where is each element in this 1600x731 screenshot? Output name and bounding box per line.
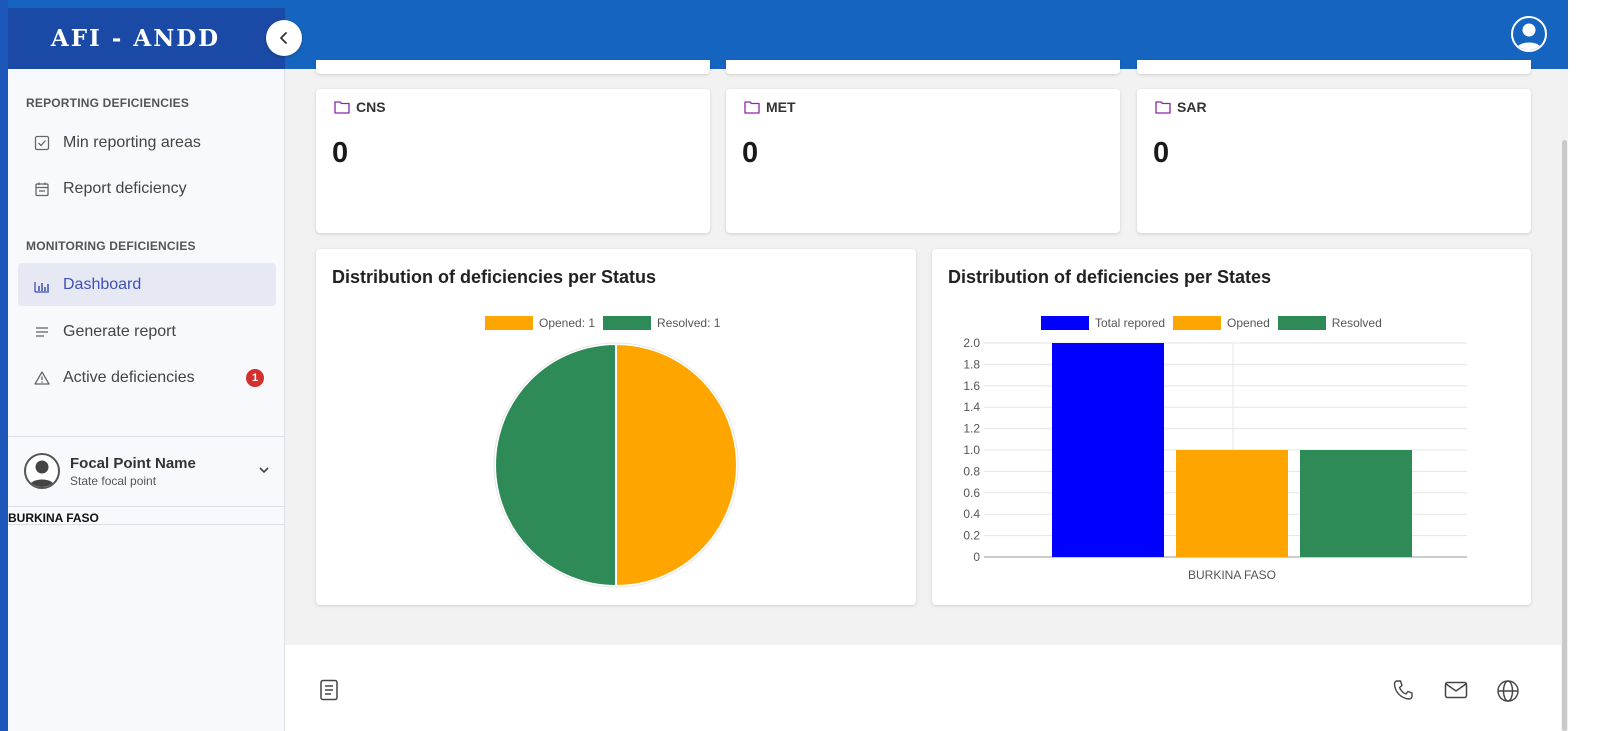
- states-chart-card: Distribution of deficiencies per States …: [932, 249, 1531, 605]
- legend-label: Total repored: [1095, 316, 1166, 330]
- avatar: [24, 453, 60, 489]
- legend-item[interactable]: Resolved: [1277, 316, 1382, 330]
- legend-item[interactable]: Opened: 1: [485, 316, 595, 330]
- mail-icon[interactable]: [1444, 681, 1468, 704]
- legend-swatch: [1277, 316, 1326, 330]
- section-title-reporting: REPORTING DEFICIENCIES: [26, 96, 190, 110]
- stat-card-met: MET 0: [726, 89, 1120, 233]
- user-profile-menu[interactable]: Focal Point Name State focal point: [24, 449, 274, 499]
- user-name: Focal Point Name: [70, 455, 196, 472]
- warning-icon: [33, 369, 51, 387]
- sidebar-item-label: Generate report: [63, 322, 176, 340]
- x-tick-label: BURKINA FASO: [1188, 568, 1276, 582]
- sidebar-item-label: Report deficiency: [63, 179, 187, 197]
- section-title-monitoring: MONITORING DEFICIENCIES: [26, 239, 196, 253]
- y-tick-label: 1.6: [963, 379, 980, 393]
- sidebar: REPORTING DEFICIENCIES Min reporting are…: [8, 69, 285, 731]
- stat-label: SAR: [1177, 99, 1207, 115]
- legend-label: Opened: [1227, 316, 1270, 330]
- stat-label: CNS: [356, 99, 386, 115]
- y-tick-label: 0.6: [963, 486, 980, 500]
- document-icon[interactable]: [319, 679, 339, 706]
- legend-item[interactable]: Total repored: [1041, 316, 1165, 330]
- stat-card-sar: SAR 0: [1137, 89, 1531, 233]
- legend-item[interactable]: Resolved: 1: [603, 316, 720, 330]
- y-tick-label: 0.8: [963, 464, 980, 478]
- bar-chart-icon: [33, 276, 51, 294]
- y-tick-label: 0.2: [963, 529, 980, 543]
- stat-label: MET: [766, 99, 796, 115]
- app-title: AFI - ANDD: [50, 25, 221, 52]
- pie-slice-0[interactable]: [615, 342, 738, 588]
- legend-item[interactable]: Opened: [1173, 316, 1270, 330]
- sidebar-item-report-deficiency[interactable]: Report deficiency: [18, 167, 276, 210]
- legend-label: Resolved: [1331, 316, 1382, 330]
- folder-icon: [334, 101, 350, 114]
- list-icon: [33, 323, 51, 341]
- legend-swatch: [485, 316, 533, 330]
- collapse-sidebar-button[interactable]: [266, 20, 302, 56]
- bar-0[interactable]: [1052, 343, 1164, 557]
- checkbox-icon: [33, 134, 51, 152]
- stat-value: 0: [332, 137, 349, 169]
- pie-chart: [493, 342, 739, 588]
- chart-title: Distribution of deficiencies per Status: [332, 267, 657, 287]
- brand-area: AFI - ANDD: [8, 8, 285, 69]
- bar-2[interactable]: [1300, 450, 1412, 557]
- footer: [285, 645, 1600, 731]
- legend-label: Opened: 1: [539, 316, 596, 330]
- legend-swatch: [603, 316, 652, 330]
- chevron-down-icon: [258, 463, 270, 481]
- stat-card-cns: CNS 0: [316, 89, 710, 233]
- bar-chart: 0 0.2 0.4 0.6 0.8 1.0 1.2 1.4 1.6 1.8 2.0 BURKINA F…: [963, 336, 1467, 582]
- status-chart-card: Distribution of deficiencies per Status …: [316, 249, 916, 605]
- sidebar-divider: [8, 436, 285, 437]
- user-silhouette-icon: [29, 460, 55, 487]
- y-tick-label: 0.4: [963, 507, 980, 521]
- sidebar-item-label: Dashboard: [63, 275, 142, 293]
- scrollbar-thumb[interactable]: [1562, 140, 1567, 731]
- y-tick-label: 0: [973, 550, 980, 564]
- card-stub: [316, 60, 710, 74]
- y-tick-label: 1.8: [963, 357, 980, 371]
- globe-icon[interactable]: [1496, 679, 1520, 708]
- calendar-icon: [33, 180, 51, 198]
- state-name: BURKINA FASO: [8, 511, 99, 525]
- y-tick-label: 2.0: [963, 336, 980, 350]
- window-right-edge: [1568, 0, 1600, 731]
- bar-1[interactable]: [1176, 450, 1288, 557]
- sidebar-item-dashboard[interactable]: Dashboard: [18, 263, 276, 306]
- legend-swatch: [1041, 316, 1089, 330]
- sidebar-item-label: Active deficiencies: [63, 368, 195, 386]
- stat-value: 0: [1153, 137, 1170, 169]
- phone-icon[interactable]: [1392, 679, 1414, 706]
- legend-swatch: [1173, 316, 1222, 330]
- y-tick-label: 1.2: [963, 422, 980, 436]
- user-avatar-button[interactable]: [1511, 16, 1547, 52]
- y-tick-label: 1.0: [963, 443, 980, 457]
- sidebar-divider: [8, 506, 285, 507]
- sidebar-item-generate-report[interactable]: Generate report: [18, 310, 276, 353]
- stat-value: 0: [742, 137, 759, 169]
- notification-badge: 1: [246, 369, 264, 387]
- sidebar-item-label: Min reporting areas: [63, 133, 201, 151]
- y-tick-label: 1.4: [963, 400, 980, 414]
- user-silhouette-icon: [1516, 23, 1542, 50]
- window-top-border: [0, 0, 1600, 8]
- folder-icon: [744, 101, 760, 114]
- window-left-border: [0, 0, 8, 731]
- chart-legend: Opened: 1 Resolved: 1: [485, 316, 728, 330]
- card-stub: [1137, 60, 1531, 74]
- chart-title: Distribution of deficiencies per States: [948, 267, 1272, 287]
- card-stub: [726, 60, 1120, 74]
- folder-icon: [1155, 101, 1171, 114]
- user-role: State focal point: [70, 474, 157, 488]
- sidebar-divider: [8, 524, 285, 525]
- chart-legend: Total repored Opened Resolved: [1041, 316, 1390, 330]
- legend-label: Resolved: 1: [657, 316, 721, 330]
- chevron-left-icon: [280, 32, 287, 44]
- sidebar-item-active-deficiencies[interactable]: Active deficiencies 1: [18, 356, 276, 399]
- sidebar-item-min-reporting-areas[interactable]: Min reporting areas: [18, 121, 276, 164]
- pie-slice-1[interactable]: [494, 342, 617, 588]
